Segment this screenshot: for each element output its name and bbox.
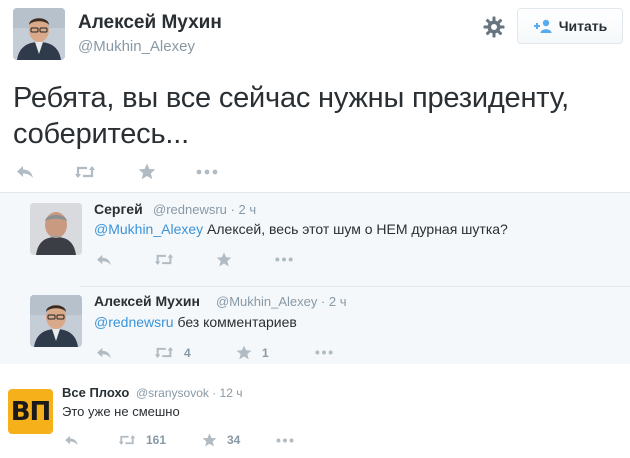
reply-1-actions xyxy=(96,252,294,267)
reply-1-body: Алексей, весь этот шум о НЕМ дурная шутк… xyxy=(203,221,508,237)
favorite-button[interactable]: 34 xyxy=(202,433,276,447)
reply-1-author-handle[interactable]: @rednewsru xyxy=(153,202,227,217)
main-tweet-actions xyxy=(16,163,218,180)
reply-button[interactable] xyxy=(64,435,118,446)
reply-button[interactable] xyxy=(16,165,74,179)
more-icon xyxy=(196,169,218,174)
favorite-icon xyxy=(216,252,232,267)
reply-2-text: @rednewsru без комментариев xyxy=(94,314,297,330)
more-icon xyxy=(276,438,294,442)
reply-1-text: @Mukhin_Alexey Алексей, весь этот шум о … xyxy=(94,221,508,237)
more-button[interactable] xyxy=(196,169,218,175)
reply-2-author-handle[interactable]: @Mukhin_Alexey xyxy=(216,294,317,309)
gear-icon[interactable] xyxy=(482,15,506,39)
more-button[interactable] xyxy=(314,350,334,355)
reply-2-time[interactable]: · 2 ч xyxy=(321,294,347,309)
favorite-button[interactable] xyxy=(216,252,274,267)
favorite-button[interactable] xyxy=(138,163,196,180)
retweet-button[interactable]: 4 xyxy=(154,346,236,360)
retweet-button[interactable]: 161 xyxy=(118,433,202,447)
bottom-tweet-text: Это уже не смешно xyxy=(62,404,180,419)
reply-divider xyxy=(80,286,630,287)
replies-panel xyxy=(0,192,630,364)
favorite-count: 34 xyxy=(227,433,241,447)
bottom-author-name[interactable]: Все Плохо xyxy=(62,385,129,400)
follow-person-icon xyxy=(533,19,553,33)
retweet-icon xyxy=(154,254,174,265)
follow-button-label: Читать xyxy=(558,18,608,34)
retweet-icon xyxy=(75,165,95,178)
reply-icon xyxy=(97,254,111,265)
bottom-meta: @sranysovok · 12 ч xyxy=(136,386,242,400)
main-author-handle[interactable]: @Mukhin_Alexey xyxy=(78,38,195,55)
bottom-author-handle[interactable]: @sranysovok xyxy=(136,386,209,400)
reply-1-time[interactable]: · 2 ч xyxy=(231,202,257,217)
retweet-button[interactable] xyxy=(74,165,138,179)
more-button[interactable] xyxy=(274,257,294,262)
reply-1-meta: @rednewsru · 2 ч xyxy=(153,202,256,217)
reply-1-mention[interactable]: @Mukhin_Alexey xyxy=(94,221,203,237)
reply-icon xyxy=(97,347,111,358)
retweet-icon xyxy=(154,347,174,358)
reply-2-meta: @Mukhin_Alexey · 2 ч xyxy=(216,294,347,309)
follow-button[interactable]: Читать xyxy=(517,8,623,44)
retweet-count: 4 xyxy=(184,345,191,360)
reply-button[interactable] xyxy=(96,347,154,359)
reply-2-author-name[interactable]: Алексей Мухин xyxy=(94,293,200,309)
bottom-author-avatar[interactable]: ВП xyxy=(8,389,53,434)
reply-2-mention[interactable]: @rednewsru xyxy=(94,314,174,330)
more-button[interactable] xyxy=(276,438,294,443)
reply-icon xyxy=(17,165,33,178)
retweet-icon xyxy=(118,435,136,445)
more-icon xyxy=(315,350,333,355)
favorite-icon xyxy=(138,163,156,180)
reply-button[interactable] xyxy=(96,254,154,266)
retweet-count: 161 xyxy=(146,433,167,447)
reply-2-body: без комментариев xyxy=(173,314,297,330)
bottom-time[interactable]: · 12 ч xyxy=(212,386,242,400)
bottom-author-logo-text: ВП xyxy=(10,396,52,427)
reply-2-avatar[interactable] xyxy=(30,295,82,347)
main-author-name[interactable]: Алексей Мухин xyxy=(78,12,222,34)
reply-1-author-name[interactable]: Сергей xyxy=(94,201,143,217)
favorite-icon xyxy=(202,433,217,447)
main-author-avatar[interactable] xyxy=(13,8,65,60)
bottom-tweet-actions: 161 34 xyxy=(64,433,294,447)
favorite-icon xyxy=(236,345,252,360)
favorite-count: 1 xyxy=(262,345,269,360)
retweet-button[interactable] xyxy=(154,253,216,266)
more-icon xyxy=(275,257,293,262)
reply-icon xyxy=(65,435,78,445)
main-tweet-text: Ребята, вы все сейчас нужны президенту, … xyxy=(13,82,569,150)
reply-1-avatar[interactable] xyxy=(30,203,82,255)
reply-2-actions: 4 1 xyxy=(96,345,334,360)
favorite-button[interactable]: 1 xyxy=(236,345,314,360)
